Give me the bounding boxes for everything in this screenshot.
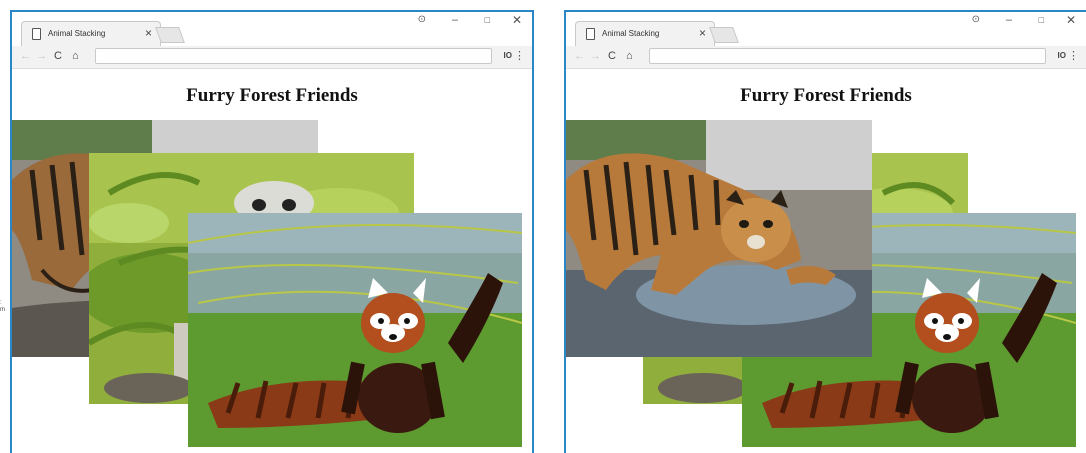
maximize-button[interactable]: □ bbox=[485, 13, 490, 27]
address-bar[interactable] bbox=[649, 48, 1046, 64]
minimize-button[interactable]: – bbox=[452, 13, 458, 27]
page-icon bbox=[586, 28, 595, 40]
side-edge-text: :m bbox=[0, 300, 5, 313]
new-tab-button[interactable] bbox=[155, 27, 185, 43]
address-bar[interactable] bbox=[95, 48, 492, 64]
minimize-button[interactable]: – bbox=[1006, 13, 1012, 27]
browser-toolbar: ← → C ⌂ IO ⋮ bbox=[566, 46, 1086, 69]
browser-toolbar: ← → C ⌂ IO ⋮ bbox=[12, 46, 532, 69]
title-bar: Animal Stacking × ⊙ – □ ✕ bbox=[12, 12, 532, 46]
menu-icon[interactable]: ⋮ bbox=[1068, 49, 1079, 62]
extension-icon[interactable]: IO bbox=[1058, 51, 1066, 60]
reload-icon[interactable]: C bbox=[608, 49, 616, 63]
menu-icon[interactable]: ⋮ bbox=[514, 49, 525, 62]
account-icon[interactable]: ⊙ bbox=[418, 13, 426, 27]
browser-tab[interactable]: Animal Stacking × bbox=[575, 21, 715, 46]
forward-icon[interactable]: → bbox=[36, 49, 47, 63]
title-bar: Animal Stacking × ⊙ – □ ✕ bbox=[566, 12, 1086, 46]
page-title: Furry Forest Friends bbox=[740, 85, 912, 106]
back-icon[interactable]: ← bbox=[20, 49, 31, 63]
page-title: Furry Forest Friends bbox=[186, 85, 358, 106]
browser-window-right: Animal Stacking × ⊙ – □ ✕ ← → C ⌂ IO ⋮ F… bbox=[564, 10, 1086, 453]
close-window-button[interactable]: ✕ bbox=[1066, 13, 1076, 27]
extension-icon[interactable]: IO bbox=[504, 51, 512, 60]
page-icon bbox=[32, 28, 41, 40]
reload-icon[interactable]: C bbox=[54, 49, 62, 63]
tab-close-icon[interactable]: × bbox=[699, 26, 706, 40]
maximize-button[interactable]: □ bbox=[1039, 13, 1044, 27]
close-window-button[interactable]: ✕ bbox=[512, 13, 522, 27]
red-panda-photo bbox=[188, 213, 522, 447]
new-tab-button[interactable] bbox=[709, 27, 739, 43]
tab-title: Animal Stacking bbox=[48, 29, 106, 38]
tiger-photo bbox=[566, 120, 872, 357]
back-icon[interactable]: ← bbox=[574, 49, 585, 63]
account-icon[interactable]: ⊙ bbox=[972, 13, 980, 27]
forward-icon[interactable]: → bbox=[590, 49, 601, 63]
home-icon[interactable]: ⌂ bbox=[626, 49, 633, 63]
tab-title: Animal Stacking bbox=[602, 29, 660, 38]
browser-window-left: Animal Stacking × ⊙ – □ ✕ ← → C ⌂ IO ⋮ F… bbox=[10, 10, 534, 453]
home-icon[interactable]: ⌂ bbox=[72, 49, 79, 63]
browser-tab[interactable]: Animal Stacking × bbox=[21, 21, 161, 46]
tab-close-icon[interactable]: × bbox=[145, 26, 152, 40]
